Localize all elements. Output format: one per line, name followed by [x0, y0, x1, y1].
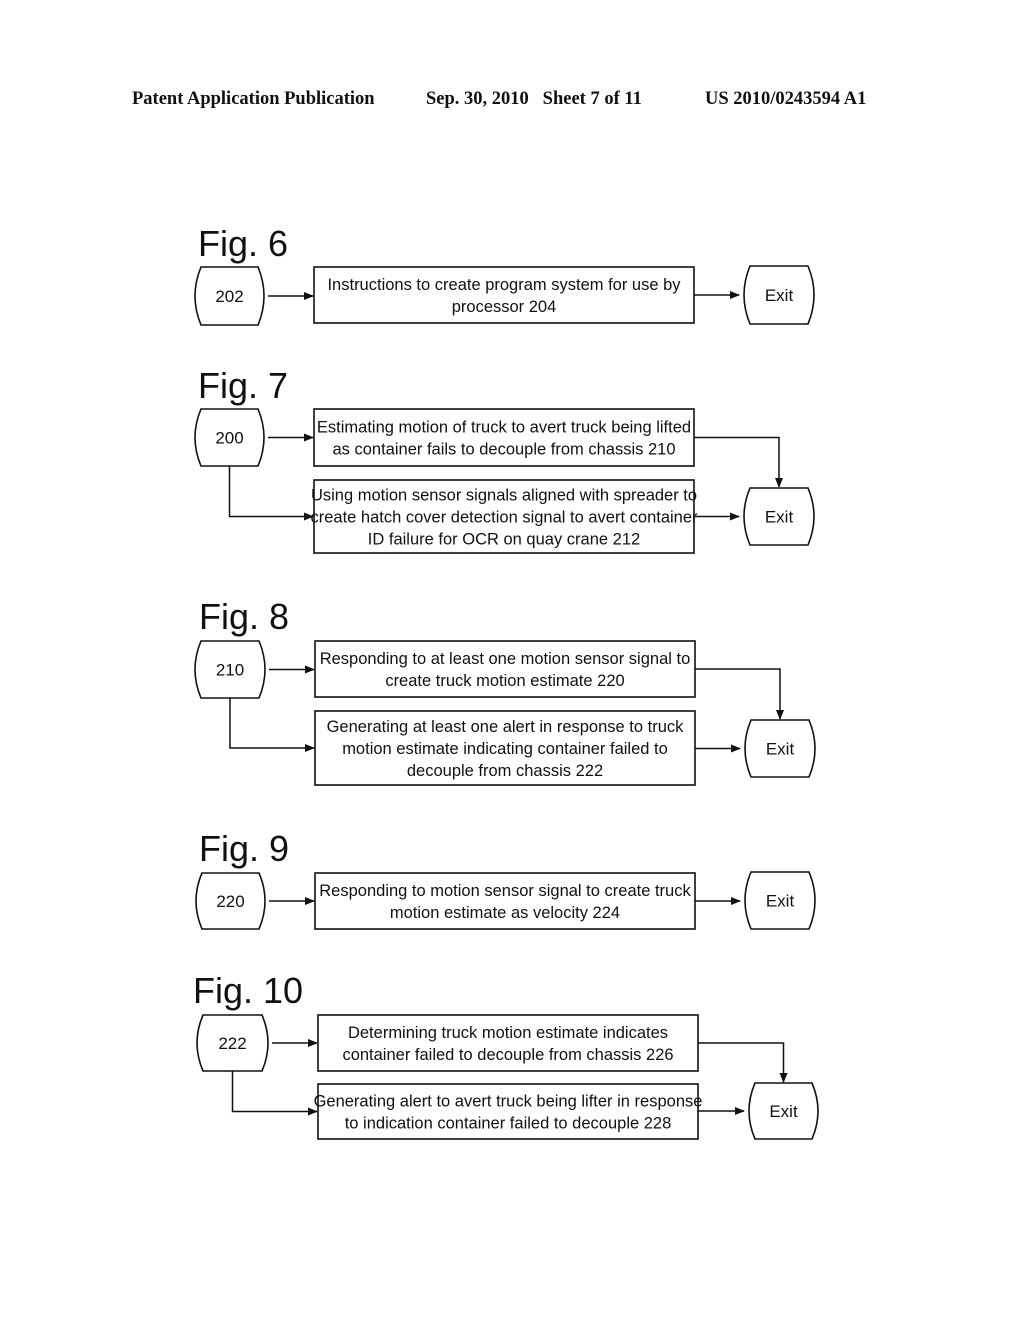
process-text-line: ID failure for OCR on quay crane 212 [368, 531, 640, 549]
process-text-line: Generating alert to avert truck being li… [314, 1093, 703, 1111]
process-text-line: motion estimate as velocity 224 [390, 904, 620, 922]
start-terminal: 210 [194, 640, 266, 699]
process-text-line: Estimating motion of truck to avert truc… [317, 419, 691, 437]
flowchart-diagrams: Fig. 6 202 Exit Instructions to create prog… [193, 223, 819, 1140]
process-text-line: create truck motion estimate 220 [385, 672, 624, 690]
figure-label: Fig. 10 [193, 970, 303, 1011]
process-step: Generating at least one alert in respons… [314, 710, 696, 786]
process-text-line: processor 204 [452, 298, 557, 316]
start-terminal-label: 202 [215, 287, 243, 306]
figure-fig7: Fig. 7 200 Exit Estimating motion of truck … [194, 365, 815, 554]
process-text-line: Responding to motion sensor signal to cr… [319, 882, 691, 900]
exit-terminal: Exit [744, 871, 816, 930]
process-text-line: Using motion sensor signals aligned with… [311, 487, 697, 505]
exit-terminal: Exit [748, 1082, 819, 1140]
process-step: Responding to at least one motion sensor… [314, 640, 696, 698]
exit-terminal-label: Exit [766, 892, 795, 911]
exit-terminal: Exit [743, 487, 815, 546]
figure-fig8: Fig. 8 210 Exit Responding to at least one … [194, 596, 816, 786]
process-text-line: Responding to at least one motion sensor… [320, 650, 691, 668]
process-text-line: as container fails to decouple from chas… [332, 441, 675, 459]
process-text-line: decouple from chassis 222 [407, 762, 603, 780]
connector-arrow [228, 466, 314, 521]
process-text-line: Instructions to create program system fo… [327, 276, 681, 294]
figure-label: Fig. 6 [198, 223, 288, 264]
figure-fig10: Fig. 10 222 Exit Determining truck motion e… [193, 970, 819, 1140]
start-terminal: 220 [195, 872, 266, 930]
exit-terminal-label: Exit [769, 1102, 798, 1121]
process-text-line: to indication container failed to decoup… [345, 1115, 672, 1133]
figure-fig6: Fig. 6 202 Exit Instructions to create prog… [194, 223, 815, 326]
figure-label: Fig. 7 [198, 365, 288, 406]
process-step: Instructions to create program system fo… [313, 266, 695, 324]
process-text-line: create hatch cover detection signal to a… [310, 509, 698, 527]
connector-arrow [698, 1042, 788, 1083]
process-step: Generating alert to avert truck being li… [314, 1083, 703, 1140]
process-step: Estimating motion of truck to avert truc… [313, 408, 695, 467]
connector-arrow [229, 698, 315, 752]
exit-terminal: Exit [744, 719, 816, 778]
figure-label: Fig. 9 [199, 828, 289, 869]
exit-terminal-label: Exit [766, 740, 795, 759]
exit-terminal-label: Exit [765, 286, 794, 305]
process-text-line: container failed to decouple from chassi… [342, 1046, 673, 1064]
process-step: Using motion sensor signals aligned with… [310, 479, 698, 554]
start-terminal: 200 [194, 408, 265, 467]
process-text-line: motion estimate indicating container fai… [342, 740, 668, 758]
exit-terminal-label: Exit [765, 508, 794, 527]
figure-fig9: Fig. 9 220 Exit Responding to motion sensor… [195, 828, 816, 930]
start-terminal-label: 222 [218, 1034, 246, 1053]
connector-arrow [231, 1071, 318, 1116]
process-text-line: Determining truck motion estimate indica… [348, 1024, 668, 1042]
start-terminal-label: 210 [216, 661, 244, 680]
connector-arrow [694, 436, 783, 488]
figure-label: Fig. 8 [199, 596, 289, 637]
process-text-line: Generating at least one alert in respons… [327, 718, 685, 736]
start-terminal: 202 [194, 266, 265, 326]
exit-terminal: Exit [743, 265, 815, 325]
connector-arrow [695, 668, 784, 720]
start-terminal-label: 220 [216, 892, 244, 911]
process-step: Determining truck motion estimate indica… [317, 1014, 699, 1072]
start-terminal: 222 [196, 1014, 269, 1072]
process-step: Responding to motion sensor signal to cr… [314, 872, 696, 930]
start-terminal-label: 200 [215, 429, 243, 448]
